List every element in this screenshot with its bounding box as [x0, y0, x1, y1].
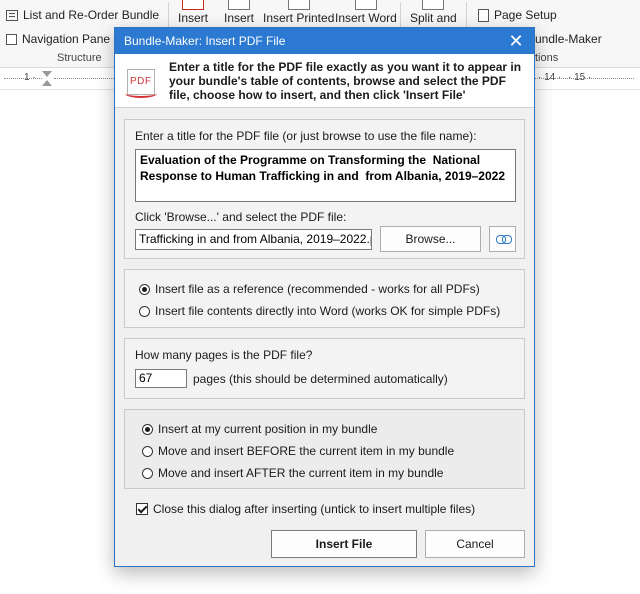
- insert-word-ribbon-button[interactable]: Insert Word: [335, 0, 397, 25]
- pdf-ribbon-icon: [182, 0, 204, 10]
- insert-ribbon-label: Insert: [224, 11, 255, 25]
- file-field-label: Click 'Browse...' and select the PDF fil…: [135, 210, 347, 224]
- move-before-label: Move and insert BEFORE the current item …: [158, 444, 455, 458]
- insert-at-current-label: Insert at my current position in my bund…: [158, 422, 378, 436]
- pdf-icon-swoosh: [125, 89, 157, 98]
- cancel-button-label: Cancel: [456, 537, 494, 551]
- insert-word-ribbon-label: Insert Word: [335, 11, 397, 25]
- insert-printed-ribbon-label: Insert Printed: [263, 11, 335, 25]
- insert-pdf-ribbon-button[interactable]: Insert: [178, 0, 208, 25]
- insert-as-reference-label: Insert file as a reference (recommended …: [155, 282, 480, 296]
- split-ribbon-icon: [422, 0, 445, 10]
- navigation-pane-check-icon: [6, 33, 17, 45]
- page-count-question: How many pages is the PDF file?: [135, 348, 313, 362]
- page-count-input[interactable]: 67: [135, 369, 187, 388]
- dialog-title-bar[interactable]: Bundle-Maker: Insert PDF File ✕: [115, 28, 534, 54]
- navigation-pane-label: Navigation Pane: [22, 32, 111, 46]
- instructions-panel: PDF Enter a title for the PDF file exact…: [115, 54, 534, 108]
- list-reorder-bundle-label: List and Re-Order Bundle: [23, 8, 160, 22]
- page-count-hint: pages (this should be determined automat…: [193, 372, 448, 386]
- split-and-ribbon-label: Split and: [410, 11, 457, 25]
- insert-as-reference-radio[interactable]: Insert file as a reference (recommended …: [139, 282, 480, 296]
- word-doc-ribbon-icon: [354, 0, 377, 10]
- close-after-insert-checkbox[interactable]: Close this dialog after inserting (untic…: [136, 502, 475, 516]
- browse-button[interactable]: Browse...: [380, 226, 481, 252]
- insert-mode-group: Insert file as a reference (recommended …: [124, 269, 525, 328]
- printer-ribbon-icon: [287, 0, 310, 10]
- indent-marker[interactable]: [42, 71, 52, 87]
- instructions-text: Enter a title for the PDF file exactly a…: [169, 60, 522, 102]
- checkbox-checked-icon: [136, 503, 148, 515]
- close-icon[interactable]: ✕: [504, 30, 528, 52]
- move-after-radio[interactable]: Move and insert AFTER the current item i…: [142, 466, 443, 480]
- insert-contents-radio[interactable]: Insert file contents directly into Word …: [139, 304, 500, 318]
- cancel-button[interactable]: Cancel: [425, 530, 525, 558]
- insert-at-current-radio[interactable]: Insert at my current position in my bund…: [142, 422, 377, 436]
- radio-selected-icon: [142, 423, 153, 435]
- pdf-icon-label: PDF: [130, 76, 152, 87]
- pdf-file-icon: PDF: [125, 69, 157, 98]
- ruler-number: · 14 ·: [538, 72, 562, 83]
- list-icon: [6, 9, 18, 21]
- position-group: Insert at my current position in my bund…: [124, 409, 525, 489]
- navigation-pane-checkbox[interactable]: Navigation Pane: [6, 32, 110, 46]
- link-button[interactable]: [489, 226, 516, 252]
- page-count-group: How many pages is the PDF file? 67 pages…: [124, 338, 525, 399]
- options-group-label: tions: [535, 52, 559, 64]
- radio-unselected-icon: [142, 467, 153, 479]
- browse-button-label: Browse...: [405, 232, 456, 246]
- page-setup-label: Page Setup: [494, 8, 557, 22]
- insert-printed-ribbon-button[interactable]: Insert Printed: [263, 0, 334, 25]
- radio-selected-icon: [139, 283, 150, 295]
- bundle-maker-label: undle-Maker: [535, 32, 602, 46]
- insert-ribbon-button[interactable]: Insert: [224, 0, 254, 25]
- ruler-number: · 15 ·: [568, 72, 592, 83]
- link-icon: [496, 235, 512, 244]
- pdf-title-input[interactable]: Evaluation of the Programme on Transform…: [135, 149, 516, 202]
- insert-pdf-dialog: Bundle-Maker: Insert PDF File ✕ PDF Ente…: [114, 27, 535, 567]
- title-file-group: Enter a title for the PDF file (or just …: [124, 119, 525, 259]
- move-after-label: Move and insert AFTER the current item i…: [158, 466, 444, 480]
- radio-unselected-icon: [142, 445, 153, 457]
- insert-pdf-ribbon-label: Insert: [178, 11, 209, 25]
- ruler-number: 1 ·: [24, 72, 36, 83]
- page-setup-icon: [478, 8, 489, 22]
- monitor-ribbon-icon: [228, 0, 250, 10]
- ruler-ticks: [4, 78, 42, 79]
- title-field-label: Enter a title for the PDF file (or just …: [135, 129, 477, 143]
- ruler-ticks: [54, 78, 114, 79]
- bundle-maker-ribbon-item[interactable]: undle-Maker: [535, 32, 602, 46]
- insert-file-button[interactable]: Insert File: [271, 530, 417, 558]
- close-after-insert-label: Close this dialog after inserting (untic…: [153, 502, 476, 516]
- page-setup-button[interactable]: Page Setup: [478, 8, 557, 22]
- split-and-ribbon-button[interactable]: Split and: [410, 0, 457, 25]
- pdf-file-path-input[interactable]: Trafficking in and from Albania, 2019–20…: [135, 229, 372, 250]
- structure-group-label: Structure: [57, 52, 102, 64]
- radio-unselected-icon: [139, 305, 150, 317]
- move-before-radio[interactable]: Move and insert BEFORE the current item …: [142, 444, 454, 458]
- list-reorder-bundle-button[interactable]: List and Re-Order Bundle: [6, 8, 159, 22]
- insert-contents-label: Insert file contents directly into Word …: [155, 304, 501, 318]
- insert-file-button-label: Insert File: [315, 537, 373, 551]
- dialog-title: Bundle-Maker: Insert PDF File: [124, 34, 286, 48]
